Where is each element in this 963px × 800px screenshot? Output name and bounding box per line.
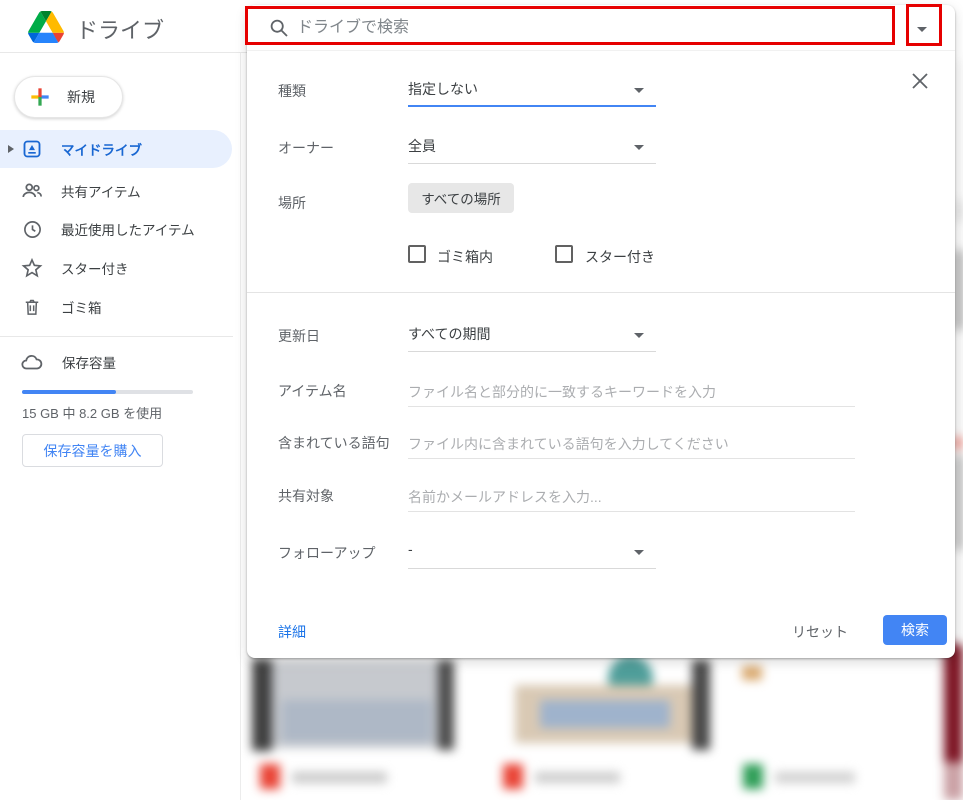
owner-value: 全員 [408,138,436,154]
chevron-down-icon [634,333,644,338]
blurred-file-icon-sheet [743,764,763,789]
buy-storage-button[interactable]: 保存容量を購入 [22,434,163,467]
sidebar-item-shared[interactable]: 共有アイテム [0,172,232,210]
blurred-thumbnail [282,700,432,742]
blurred-doc-preview [954,60,963,645]
type-value: 指定しない [408,81,478,97]
sidebar-item-starred[interactable]: スター付き [0,249,232,287]
blurred-doc-preview [954,437,961,449]
search-options-caret-button[interactable] [912,19,932,39]
blurred-thumbnail [692,660,710,750]
contains-input[interactable] [408,431,855,457]
search-submit-button[interactable]: 検索 [883,615,947,645]
page-title: ドライブ [76,18,165,43]
chevron-down-icon [634,550,644,555]
sidebar-item-trash[interactable]: ゴミ箱 [0,288,232,326]
close-icon [912,73,928,89]
sidebar-item-label: マイドライブ [61,143,142,158]
search-icon [270,19,288,37]
blurred-thumbnail [742,666,762,680]
item-name-label: アイテム名 [278,383,347,399]
plus-multicolor-icon [31,88,49,106]
follow-up-label: フォローアップ [278,545,376,561]
sidebar-item-label: 共有アイテム [61,185,141,200]
storage-divider [0,336,233,337]
expand-arrow-icon[interactable] [8,145,14,153]
storage-progress-bar [22,390,193,394]
type-dropdown[interactable]: 指定しない [408,79,656,107]
follow-up-value: - [408,541,413,557]
starred-label: スター付き [585,249,655,265]
shared-with-label: 共有対象 [278,488,334,504]
panel-divider [247,292,955,293]
blurred-thumbnail [540,700,670,728]
my-drive-icon [20,139,44,159]
cloud-icon [20,352,44,372]
blurred-thumbnail [944,642,963,764]
sidebar-item-label: ゴミ箱 [61,301,102,316]
blurred-file-name [535,772,620,783]
modified-dropdown[interactable]: すべての期間 [408,324,656,352]
location-chip[interactable]: すべての場所 [408,183,514,213]
sidebar-item-recent[interactable]: 最近使用したアイテム [0,210,232,248]
owner-dropdown[interactable]: 全員 [408,136,656,164]
storage-usage-text: 15 GB 中 8.2 GB を使用 [22,406,163,421]
search-input[interactable] [297,13,857,43]
starred-checkbox[interactable] [555,245,573,263]
blurred-file-name [775,772,855,783]
search-bar [247,5,955,51]
chevron-down-icon [917,26,927,32]
chevron-down-icon [634,145,644,150]
chevron-down-icon [634,88,644,93]
trash-icon [20,297,44,317]
item-name-field [408,379,855,407]
blurred-file-name [292,772,387,783]
sidebar-item-my-drive[interactable]: マイドライブ [0,130,232,168]
blurred-thumbnail [438,660,454,750]
modified-label: 更新日 [278,328,320,344]
blurred-thumbnail [944,762,963,800]
sidebar-divider [240,52,241,800]
star-icon [20,257,44,279]
in-trash-checkbox[interactable] [408,245,426,263]
close-button[interactable] [907,68,933,94]
owner-label: オーナー [278,140,334,156]
blurred-doc-preview [954,200,963,222]
shared-people-icon [20,180,44,202]
sidebar-item-label: スター付き [61,262,129,277]
contains-label: 含まれている語句 [278,435,390,451]
reset-button[interactable]: リセット [792,622,848,642]
drive-logo-icon [28,11,64,43]
contains-field [408,431,855,459]
new-button-label: 新規 [67,89,95,105]
clock-icon [20,219,44,240]
blurred-file-icon-pdf [260,764,280,789]
advanced-link[interactable]: 詳細 [278,622,306,642]
blurred-file-icon-pdf [503,764,523,789]
blurred-doc-preview [954,250,963,330]
storage-progress-fill [22,390,117,394]
shared-with-field [408,484,855,512]
type-label: 種類 [278,83,306,99]
in-trash-label: ゴミ箱内 [437,249,493,265]
blurred-thumbnail [252,659,272,751]
location-label: 場所 [278,195,306,211]
modified-value: すべての期間 [408,326,491,342]
sidebar-item-label: 最近使用したアイテム [61,223,195,238]
follow-up-dropdown[interactable]: - [408,541,656,569]
blurred-doc-preview [954,455,963,550]
new-button[interactable]: 新規 [14,76,123,118]
shared-with-input[interactable] [408,484,855,510]
storage-title: 保存容量 [62,356,116,371]
header-divider [0,52,247,53]
search-dropdown-sheet: 種類 指定しない オーナー 全員 場所 すべての場所 ゴミ箱内 スター付き 更新… [247,5,955,658]
item-name-input[interactable] [408,379,855,405]
